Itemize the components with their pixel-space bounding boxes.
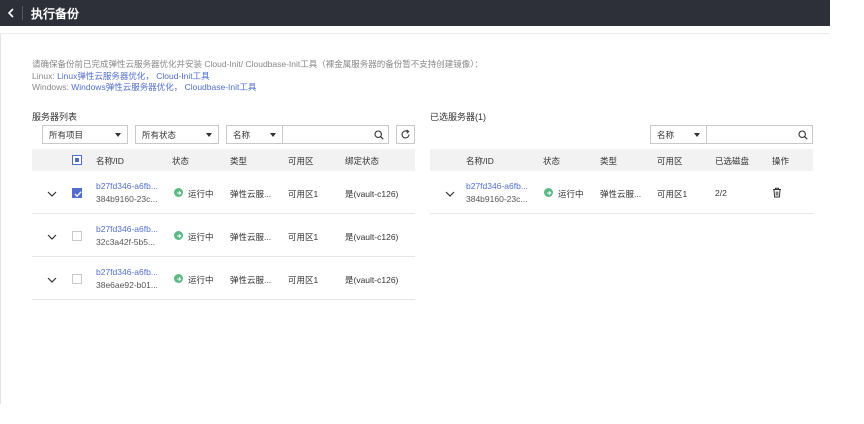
server-az: 可用区1 — [288, 275, 319, 285]
chevron-down-icon[interactable] — [47, 233, 57, 241]
running-status-icon — [544, 188, 553, 197]
server-status: 运行中 — [188, 189, 214, 199]
chevron-down-icon[interactable] — [445, 190, 455, 198]
running-status-icon — [174, 231, 183, 240]
table-row: b27fd346-a6fb... 384b9160-23c... 运行中 弹性云… — [430, 171, 813, 214]
page-title: 执行备份 — [31, 6, 80, 21]
project-filter-value: 所有项目 — [49, 129, 84, 140]
page-header: 执行备份 — [0, 0, 830, 26]
cloud-init-link[interactable]: Cloud-Init工具 — [156, 71, 209, 81]
server-id: 384b9160-23c... — [96, 194, 158, 204]
server-type: 弹性云服... — [230, 275, 272, 285]
server-name-link[interactable]: b27fd346-a6fb... — [96, 181, 158, 191]
col-name: 名称/ID — [96, 156, 124, 166]
server-az: 可用区1 — [288, 189, 319, 199]
server-name-link[interactable]: b27fd346-a6fb... — [96, 224, 158, 234]
server-name-link[interactable]: b27fd346-a6fb... — [466, 181, 528, 191]
chevron-down-icon — [115, 133, 121, 137]
notice-text: 请确保备份前已完成弹性云服务器优化并安装 Cloud-Init/ Cloudba… — [32, 59, 483, 94]
search-field-select[interactable]: 名称 — [227, 126, 283, 143]
status-filter-select[interactable]: 所有状态 — [135, 125, 219, 144]
col-az: 可用区 — [657, 156, 683, 166]
chevron-down-icon — [270, 133, 276, 137]
chevron-down-icon — [694, 133, 700, 137]
selected-disks: 2/2 — [715, 188, 727, 198]
col-type: 类型 — [600, 156, 618, 166]
col-status: 状态 — [172, 156, 190, 166]
refresh-button[interactable] — [396, 125, 415, 144]
selected-servers-title: 已选服务器(1) — [430, 112, 486, 122]
row-checkbox[interactable] — [72, 274, 82, 284]
col-name: 名称/ID — [466, 156, 494, 166]
search-icon[interactable] — [794, 126, 812, 143]
search-field-value: 名称 — [657, 129, 675, 140]
server-id: 32c3a42f-5b5... — [96, 237, 156, 247]
selected-server-table: 名称/ID 状态 类型 可用区 已选磁盘 操作 b27fd346-a6fb...… — [430, 149, 813, 215]
server-status: 运行中 — [558, 189, 584, 199]
search-field-select[interactable]: 名称 — [651, 126, 707, 143]
notice-line: 请确保备份前已完成弹性云服务器优化并安装 Cloud-Init/ Cloudba… — [32, 59, 484, 69]
refresh-icon — [401, 129, 410, 139]
linux-label: Linux: — [32, 70, 55, 81]
server-az: 可用区1 — [657, 189, 688, 199]
search-icon[interactable] — [370, 126, 388, 143]
server-bound: 是(vault-c126) — [345, 232, 399, 242]
server-list-title: 服务器列表 — [32, 112, 78, 122]
table-row: b27fd346-a6fb... 384b9160-23c... 运行中 弹性云… — [32, 171, 415, 214]
chevron-down-icon[interactable] — [47, 276, 57, 284]
row-checkbox[interactable] — [72, 231, 82, 241]
search-field-value: 名称 — [233, 129, 251, 140]
select-all-checkbox[interactable] — [72, 155, 82, 165]
server-status: 运行中 — [188, 232, 214, 242]
server-type: 弹性云服... — [230, 232, 272, 242]
server-bound: 是(vault-c126) — [345, 275, 399, 285]
server-name-link[interactable]: b27fd346-a6fb... — [96, 267, 158, 277]
server-id: 38e6ae92-b01... — [96, 280, 158, 290]
chevron-down-icon — [206, 133, 212, 137]
table-header: 名称/ID 状态 类型 可用区 绑定状态 — [32, 149, 415, 171]
status-filter-value: 所有状态 — [142, 129, 177, 140]
col-bound: 绑定状态 — [345, 156, 380, 166]
chevron-down-icon[interactable] — [47, 190, 57, 198]
row-checkbox[interactable] — [72, 188, 82, 198]
server-bound: 是(vault-c126) — [345, 189, 399, 199]
running-status-icon — [174, 188, 183, 197]
col-disks: 已选磁盘 — [715, 156, 750, 166]
windows-optimize-link[interactable]: Windows弹性云服务器优化， — [71, 82, 182, 92]
running-status-icon — [174, 274, 183, 283]
table-header: 名称/ID 状态 类型 可用区 已选磁盘 操作 — [430, 149, 813, 171]
server-status: 运行中 — [188, 275, 214, 285]
table-row: b27fd346-a6fb... 32c3a42f-5b5... 运行中 弹性云… — [32, 214, 415, 257]
selected-search-box: 名称 — [650, 125, 813, 144]
server-search-box: 名称 — [226, 125, 389, 144]
col-az: 可用区 — [288, 156, 314, 166]
col-type: 类型 — [230, 156, 248, 166]
back-arrow-icon[interactable] — [0, 0, 22, 26]
server-type: 弹性云服... — [600, 189, 642, 199]
trash-icon[interactable] — [772, 187, 782, 198]
server-table: 名称/ID 状态 类型 可用区 绑定状态 b27fd346-a6fb... 38… — [32, 149, 415, 301]
col-ops: 操作 — [772, 156, 790, 166]
server-type: 弹性云服... — [230, 189, 272, 199]
server-az: 可用区1 — [288, 232, 319, 242]
table-row: b27fd346-a6fb... 38e6ae92-b01... 运行中 弹性云… — [32, 257, 415, 300]
search-input[interactable] — [283, 126, 370, 143]
linux-optimize-link[interactable]: Linux弹性云服务器优化， — [57, 71, 154, 81]
project-filter-select[interactable]: 所有项目 — [42, 125, 128, 144]
header-divider — [22, 6, 23, 20]
col-status: 状态 — [543, 156, 561, 166]
cloudbase-init-link[interactable]: Cloudbase-Init工具 — [185, 82, 257, 92]
search-input[interactable] — [707, 126, 794, 143]
windows-label: Windows: — [32, 82, 69, 92]
server-id: 384b9160-23c... — [466, 194, 528, 204]
